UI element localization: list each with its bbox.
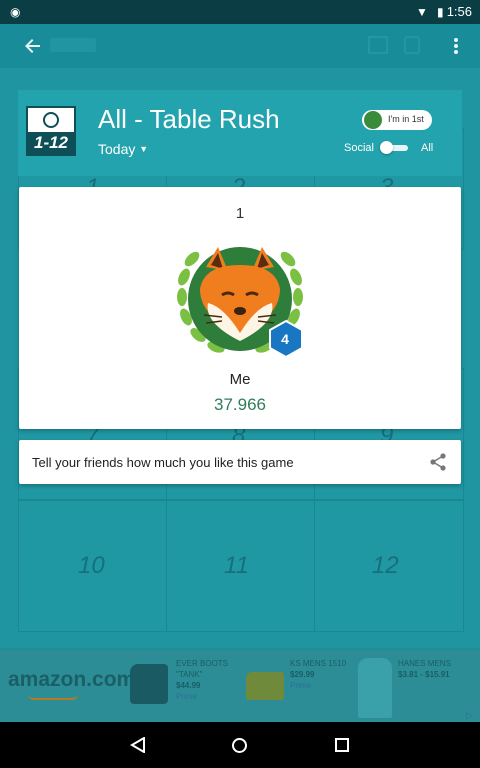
wifi-icon: ▼ — [416, 5, 428, 19]
product-shirt-icon — [358, 658, 392, 718]
toolbar — [0, 24, 480, 68]
ad-item-prime: Prime — [176, 692, 197, 701]
toggle-label-all: All — [421, 142, 434, 154]
ad-item-name: EVER BOOTS "TANK" — [176, 659, 229, 679]
bg-number: 11 — [224, 552, 249, 579]
status-bar: ◉ ▼ ▮ 1:56 — [0, 0, 480, 24]
player-avatar — [177, 247, 303, 359]
system-navbar — [0, 722, 480, 768]
player-name: Me — [229, 371, 251, 388]
ad-choices-icon[interactable]: ▷ — [466, 710, 473, 721]
ad-item-price: $3.81 - $15.91 — [398, 670, 450, 679]
back-arrow-icon[interactable] — [24, 37, 42, 55]
dropdown-arrow-icon: ▼ — [139, 144, 149, 154]
stopwatch-icon — [43, 112, 59, 128]
ad-item-price: $44.99 — [176, 681, 201, 690]
ad-item-name: HANES MENS — [398, 659, 451, 668]
avatar — [364, 111, 382, 129]
status-time: 1:56 — [446, 4, 472, 19]
android-debug-icon: ◉ — [10, 5, 21, 19]
overflow-menu-icon[interactable] — [448, 37, 464, 55]
ad-item: KS MENS 1510 $29.99 Prime — [290, 658, 348, 691]
player-score: 37.966 — [214, 395, 266, 414]
bg-number: 10 — [78, 552, 105, 579]
home-nav-icon[interactable] — [231, 737, 248, 754]
bg-number: 12 — [372, 552, 399, 579]
ad-item: EVER BOOTS "TANK" $44.99 Prime — [176, 658, 240, 702]
social-all-toggle[interactable] — [380, 141, 408, 154]
share-prompt-text: Tell your friends how much you like this… — [32, 455, 294, 470]
leaderboard-title: All - Table Rush — [98, 104, 280, 134]
rank-badge-label: I'm in 1st — [388, 114, 424, 124]
toggle-knob — [380, 141, 393, 154]
toggle-label-social: Social — [344, 142, 374, 154]
back-nav-icon[interactable] — [130, 737, 146, 753]
ad-banner[interactable]: amazon.com EVER BOOTS "TANK" $44.99 Prim… — [0, 650, 480, 722]
share-prompt[interactable]: Tell your friends how much you like this… — [19, 440, 461, 484]
ad-brand: amazon.com — [8, 668, 136, 691]
battery-icon: ▮ — [437, 5, 444, 19]
time-filter-label: Today — [98, 141, 136, 157]
product-shoe-icon — [246, 672, 284, 700]
ad-item-price: $29.99 — [290, 670, 315, 679]
achievements-icon[interactable] — [404, 36, 420, 54]
amazon-smile-icon — [28, 694, 78, 700]
ad-item: HANES MENS $3.81 - $15.91 — [398, 658, 460, 680]
leaderboard-icon[interactable] — [368, 36, 388, 54]
ad-item-prime: Prime — [290, 681, 311, 690]
recents-nav-icon[interactable] — [334, 737, 350, 753]
toolbar-title-placeholder — [50, 38, 96, 52]
player-level: 4 — [281, 331, 289, 347]
ad-item-name: KS MENS 1510 — [290, 659, 347, 668]
time-filter-dropdown[interactable]: Today ▼ — [98, 141, 148, 157]
player-score-card: 1 4 Me 37.966 — [19, 187, 461, 429]
game-logo: 1-12 — [26, 106, 76, 156]
game-logo-text: 1-12 — [28, 132, 74, 154]
player-rank: 1 — [235, 205, 245, 222]
product-boot-icon — [130, 664, 168, 704]
share-icon[interactable] — [430, 453, 446, 471]
rank-badge: I'm in 1st — [362, 110, 432, 130]
